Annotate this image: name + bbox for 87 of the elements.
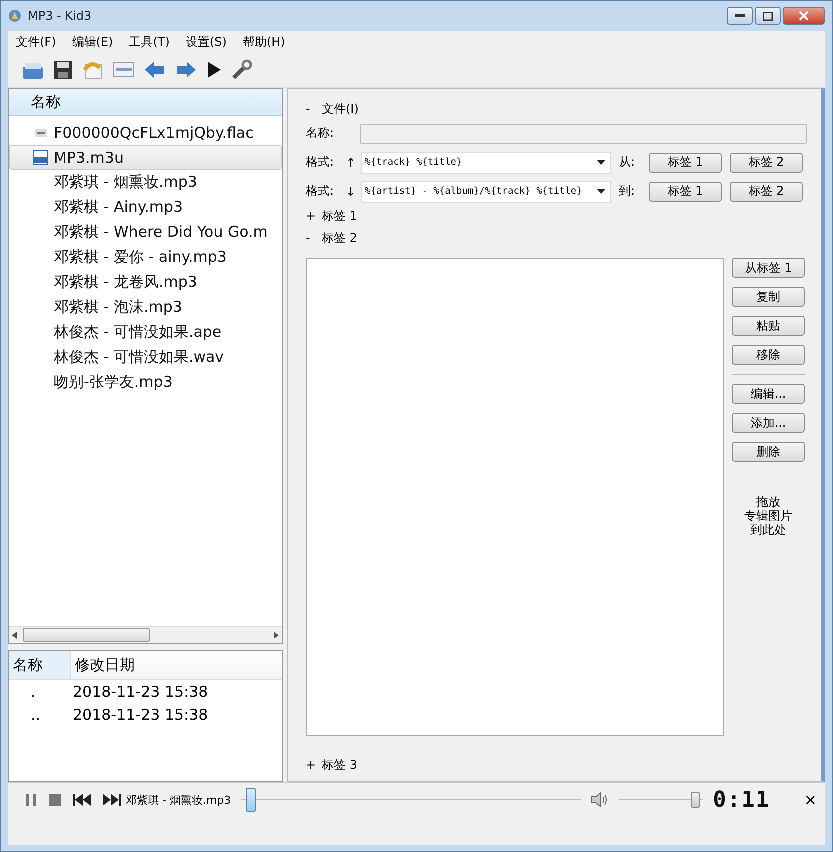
column-header[interactable]: 修改日期	[71, 656, 135, 674]
undo-icon[interactable]	[82, 60, 104, 80]
window-title: MP3 - Kid3	[28, 9, 92, 23]
menu-item[interactable]: 文件(F)	[16, 34, 56, 50]
file-item[interactable]: F000000QcFLx1mjQby.flac	[9, 120, 282, 145]
dropdown-icon	[597, 189, 606, 194]
maximize-button[interactable]	[755, 7, 781, 25]
maximize-icon	[763, 12, 773, 20]
arrow-label: ↑	[346, 156, 358, 170]
previous-icon[interactable]	[72, 793, 92, 807]
tag-button[interactable]: 标签 2	[730, 152, 803, 172]
pause-icon[interactable]	[24, 793, 38, 807]
table-cell-text: ..	[30, 706, 42, 724]
scroll-right-icon[interactable]	[274, 632, 279, 638]
horizontal-scrollbar[interactable]	[9, 626, 282, 643]
track-title: 邓紫琪 - 烟熏妆.mp3	[126, 792, 232, 808]
column-header[interactable]: 名称	[9, 89, 282, 116]
menu-item[interactable]: 编辑(E)	[72, 34, 114, 50]
section-toggle[interactable]: +	[306, 209, 314, 223]
stop-icon[interactable]	[48, 793, 62, 807]
tag-edit-icon[interactable]	[113, 61, 135, 79]
file-item[interactable]: 邓紫棋 - Ainy.mp3	[9, 195, 282, 220]
action-button[interactable]: 粘贴	[732, 316, 805, 336]
field-label: 名称:	[306, 125, 336, 142]
speaker-icon[interactable]	[591, 792, 610, 808]
field-label: 格式:	[306, 183, 336, 200]
collapse-toggle[interactable]: -	[306, 102, 314, 116]
file-item[interactable]: MP3.m3u	[9, 145, 282, 170]
action-button[interactable]: 删除	[732, 442, 805, 462]
section-toggle[interactable]: +	[306, 758, 314, 772]
column-header[interactable]: 名称	[9, 651, 71, 679]
open-icon[interactable]	[22, 60, 44, 80]
drop-hint: 拖放	[756, 495, 780, 509]
action-button[interactable]: 复制	[732, 287, 805, 307]
tag-button[interactable]: 标签 1	[649, 152, 722, 172]
play-icon[interactable]	[206, 61, 222, 79]
drop-hint: 到此处	[750, 523, 786, 537]
file-item[interactable]: 林俊杰 - 可惜没如果.wav	[9, 345, 282, 370]
file-item[interactable]: 林俊杰 - 可惜没如果.ape	[9, 320, 282, 345]
close-button[interactable]	[783, 7, 825, 25]
section-title: 标签 1	[322, 208, 358, 224]
file-item[interactable]: 邓紫琪 - 烟熏妆.mp3	[9, 170, 282, 195]
file-item[interactable]: 邓紫棋 - 龙卷风.mp3	[9, 270, 282, 295]
table-cell-text: 2018-11-23 15:38	[72, 706, 208, 724]
minimize-button[interactable]	[727, 7, 753, 25]
menu-item[interactable]: 帮助(H)	[242, 34, 286, 50]
action-button[interactable]: 添加...	[732, 413, 805, 433]
action-button[interactable]: 移除	[732, 345, 805, 365]
menu-item[interactable]: 工具(T)	[129, 34, 170, 50]
section-title: 文件(I)	[322, 100, 359, 118]
file-item[interactable]: 邓紫棋 - Where Did You Go.m	[9, 220, 282, 245]
next-icon[interactable]	[102, 793, 122, 807]
app-icon	[8, 9, 22, 23]
time-display: 0:11	[713, 788, 770, 812]
tag-button[interactable]: 标签 2	[730, 182, 803, 202]
action-button[interactable]: 编辑...	[732, 384, 805, 404]
scroll-left-icon[interactable]	[12, 632, 17, 638]
section-title: 标签 2	[322, 230, 358, 246]
file-item[interactable]: 吻别-张学友.mp3	[9, 370, 282, 395]
playlist-icon	[33, 150, 49, 166]
minimize-icon	[735, 14, 745, 18]
section-title: 标签 3	[322, 756, 358, 774]
field-label: 从:	[618, 154, 636, 171]
back-icon[interactable]	[144, 60, 166, 80]
action-button[interactable]: 从标签 1	[732, 258, 805, 278]
file-item[interactable]: 邓紫棋 - 泡沫.mp3	[9, 295, 282, 320]
arrow-label: ↓	[346, 184, 358, 198]
table-cell-text: 2018-11-23 15:38	[72, 682, 208, 700]
section-toggle[interactable]: -	[306, 231, 314, 245]
format-combo[interactable]: %{artist} - %{album}/%{track} %{title}	[361, 180, 611, 202]
tag-button[interactable]: 标签 1	[649, 182, 722, 202]
save-icon[interactable]	[53, 60, 73, 80]
close-player-button[interactable]: ×	[804, 791, 817, 809]
table-cell-text: .	[30, 682, 37, 700]
format-combo[interactable]: %{track} %{title}	[361, 152, 611, 174]
file-item[interactable]: 邓紫棋 - 爱你 - ainy.mp3	[9, 245, 282, 270]
menu-item[interactable]: 设置(S)	[186, 34, 227, 50]
position-slider[interactable]	[241, 787, 582, 813]
tag-version-icon	[35, 128, 47, 136]
field-label: 到:	[618, 183, 636, 200]
field-label: 格式:	[306, 154, 336, 171]
wrench-icon[interactable]	[231, 59, 253, 81]
dropdown-icon	[597, 160, 606, 165]
close-icon	[799, 11, 809, 21]
input-field[interactable]	[360, 124, 807, 144]
forward-icon[interactable]	[175, 60, 197, 80]
drop-hint: 专辑图片	[744, 509, 792, 523]
